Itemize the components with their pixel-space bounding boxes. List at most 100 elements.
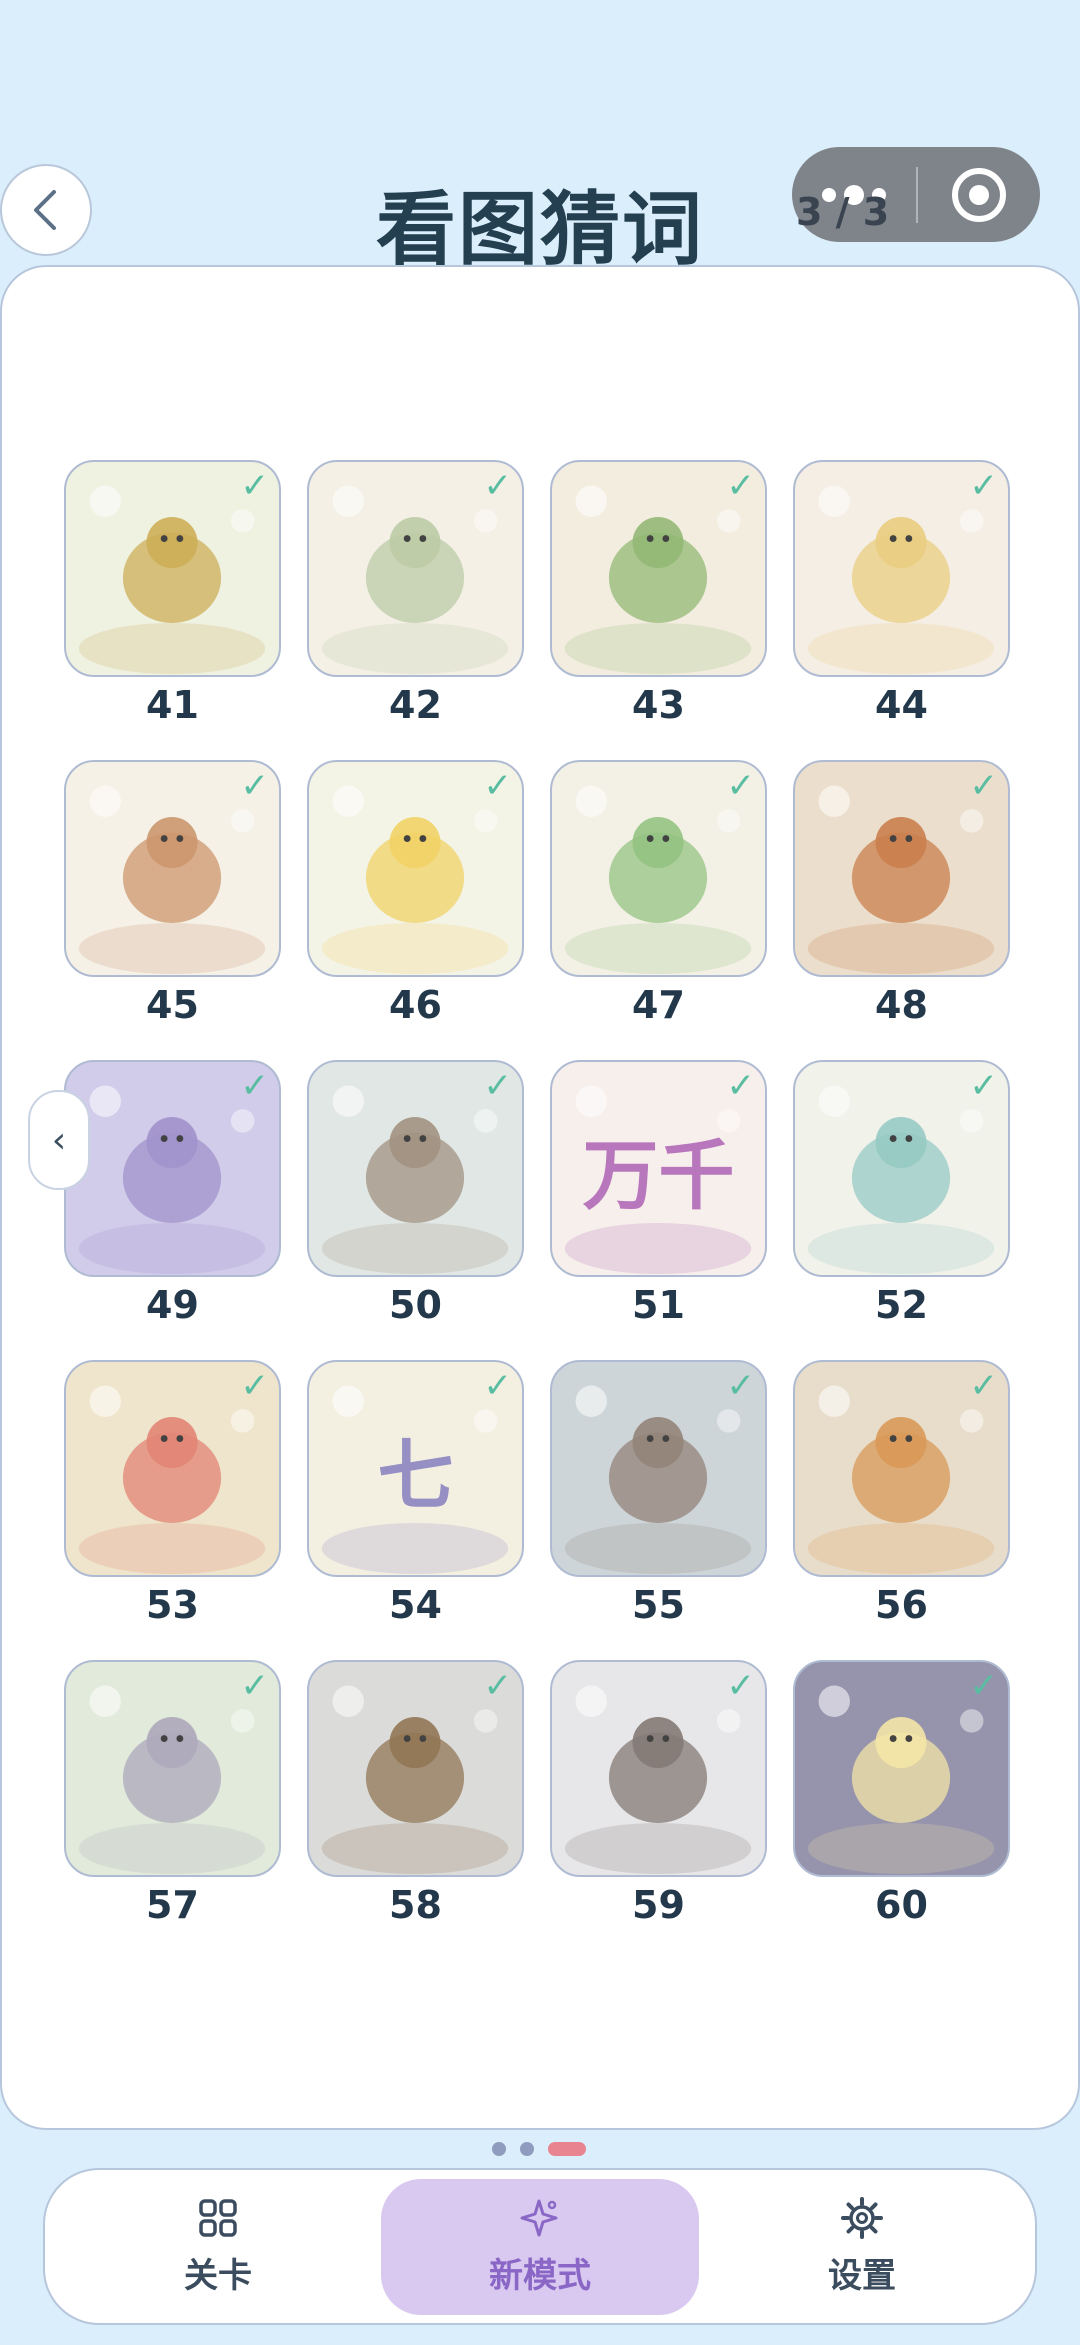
page-dots <box>492 2142 586 2156</box>
level-number: 56 <box>875 1583 928 1627</box>
grid-icon <box>198 2196 238 2240</box>
level-number: 57 <box>146 1883 199 1927</box>
level-thumbnail[interactable]: 万千 ✓ <box>550 1060 767 1277</box>
level-thumbnail[interactable]: ✓ <box>550 1360 767 1577</box>
level-thumbnail[interactable]: ✓ <box>550 760 767 977</box>
level-number: 50 <box>389 1283 442 1327</box>
level-thumbnail[interactable]: ✓ <box>307 460 524 677</box>
level-thumbnail[interactable]: ✓ <box>307 1660 524 1877</box>
gear-icon <box>841 2196 883 2240</box>
tab-settings[interactable]: 设置 <box>703 2179 1021 2315</box>
level-card[interactable]: ✓ 53 <box>64 1360 281 1660</box>
level-card[interactable]: ✓ 56 <box>793 1360 1010 1660</box>
check-icon: ✓ <box>240 1666 270 1706</box>
level-number: 48 <box>875 983 928 1027</box>
level-card[interactable]: ✓ 58 <box>307 1660 524 1960</box>
level-number: 51 <box>632 1283 685 1327</box>
level-card[interactable]: ✓ 49 <box>64 1060 281 1360</box>
tab-levels[interactable]: 关卡 <box>59 2179 377 2315</box>
level-number: 54 <box>389 1583 442 1627</box>
check-icon: ✓ <box>483 1666 513 1706</box>
level-number: 42 <box>389 683 442 727</box>
level-thumbnail[interactable]: ✓ <box>64 460 281 677</box>
check-icon: ✓ <box>969 1066 999 1106</box>
level-thumbnail[interactable]: ✓ <box>64 1660 281 1877</box>
check-icon: ✓ <box>483 466 513 506</box>
check-icon: ✓ <box>969 1666 999 1706</box>
level-thumbnail[interactable]: ✓ <box>550 1660 767 1877</box>
level-thumbnail[interactable]: ✓ <box>64 1360 281 1577</box>
level-card[interactable]: ✓ 46 <box>307 760 524 1060</box>
level-number: 60 <box>875 1883 928 1927</box>
page-indicator: 3 / 3 <box>796 190 890 234</box>
level-number: 52 <box>875 1283 928 1327</box>
level-grid: ✓ 41 ✓ 42 ✓ 43 ✓ 44 ✓ 45 ✓ 46 ✓ 47 ✓ 48 ✓ 49 ✓ 50 万千 ✓ 51 ✓ 52 ✓ 5… <box>64 460 1012 1960</box>
level-glyph-text: 万千 <box>582 1130 735 1220</box>
level-card[interactable]: ✓ 60 <box>793 1660 1010 1960</box>
level-card[interactable]: 七 ✓ 54 <box>307 1360 524 1660</box>
sparkle-icon <box>519 2196 561 2240</box>
level-card[interactable]: ✓ 43 <box>550 460 767 760</box>
check-icon: ✓ <box>240 1066 270 1106</box>
check-icon: ✓ <box>726 1666 756 1706</box>
level-number: 53 <box>146 1583 199 1627</box>
page-dot[interactable] <box>492 2142 506 2156</box>
level-thumbnail[interactable]: ✓ <box>307 1060 524 1277</box>
level-number: 58 <box>389 1883 442 1927</box>
tab-bar: 关卡 新模式 设置 <box>43 2168 1037 2325</box>
tab-label: 新模式 <box>489 2256 591 2296</box>
target-icon <box>952 167 1006 222</box>
level-thumbnail[interactable]: ✓ <box>793 1360 1010 1577</box>
level-thumbnail[interactable]: ✓ <box>793 760 1010 977</box>
check-icon: ✓ <box>240 1366 270 1406</box>
check-icon: ✓ <box>969 766 999 806</box>
level-number: 45 <box>146 983 199 1027</box>
tab-new-mode[interactable]: 新模式 <box>381 2178 699 2315</box>
level-thumbnail[interactable]: ✓ <box>793 1660 1010 1877</box>
level-card[interactable]: ✓ 44 <box>793 460 1010 760</box>
level-thumbnail[interactable]: ✓ <box>64 760 281 977</box>
level-card[interactable]: ✓ 55 <box>550 1360 767 1660</box>
level-number: 41 <box>146 683 199 727</box>
check-icon: ✓ <box>240 766 270 806</box>
level-number: 43 <box>632 683 685 727</box>
check-icon: ✓ <box>483 1366 513 1406</box>
level-card[interactable]: 万千 ✓ 51 <box>550 1060 767 1360</box>
check-icon: ✓ <box>726 1066 756 1106</box>
level-glyph-text: 七 <box>377 1430 454 1520</box>
level-thumbnail[interactable]: ✓ <box>307 760 524 977</box>
level-number: 46 <box>389 983 442 1027</box>
level-thumbnail[interactable]: ✓ <box>64 1060 281 1277</box>
check-icon: ✓ <box>969 466 999 506</box>
level-number: 55 <box>632 1583 685 1627</box>
check-icon: ✓ <box>726 466 756 506</box>
level-thumbnail[interactable]: ✓ <box>550 460 767 677</box>
level-card[interactable]: ✓ 59 <box>550 1660 767 1960</box>
level-number: 49 <box>146 1283 199 1327</box>
level-number: 47 <box>632 983 685 1027</box>
check-icon: ✓ <box>726 1366 756 1406</box>
page-dot[interactable] <box>520 2142 534 2156</box>
check-icon: ✓ <box>726 766 756 806</box>
check-icon: ✓ <box>240 466 270 506</box>
check-icon: ✓ <box>483 766 513 806</box>
level-card[interactable]: ✓ 50 <box>307 1060 524 1360</box>
check-icon: ✓ <box>969 1366 999 1406</box>
tab-label: 关卡 <box>184 2256 252 2296</box>
level-card[interactable]: ✓ 41 <box>64 460 281 760</box>
tab-label: 设置 <box>828 2256 896 2296</box>
level-number: 44 <box>875 683 928 727</box>
level-thumbnail[interactable]: ✓ <box>793 460 1010 677</box>
level-card[interactable]: ✓ 47 <box>550 760 767 1060</box>
level-card[interactable]: ✓ 42 <box>307 460 524 760</box>
level-card[interactable]: ✓ 57 <box>64 1660 281 1960</box>
level-card[interactable]: ✓ 52 <box>793 1060 1010 1360</box>
page-dot-active[interactable] <box>548 2142 586 2156</box>
level-thumbnail[interactable]: ✓ <box>793 1060 1010 1277</box>
check-icon: ✓ <box>483 1066 513 1106</box>
level-card[interactable]: ✓ 48 <box>793 760 1010 1060</box>
level-card[interactable]: ✓ 45 <box>64 760 281 1060</box>
previous-page-button[interactable]: ‹ <box>28 1090 90 1190</box>
close-mini-program-button[interactable] <box>918 167 1040 222</box>
level-thumbnail[interactable]: 七 ✓ <box>307 1360 524 1577</box>
